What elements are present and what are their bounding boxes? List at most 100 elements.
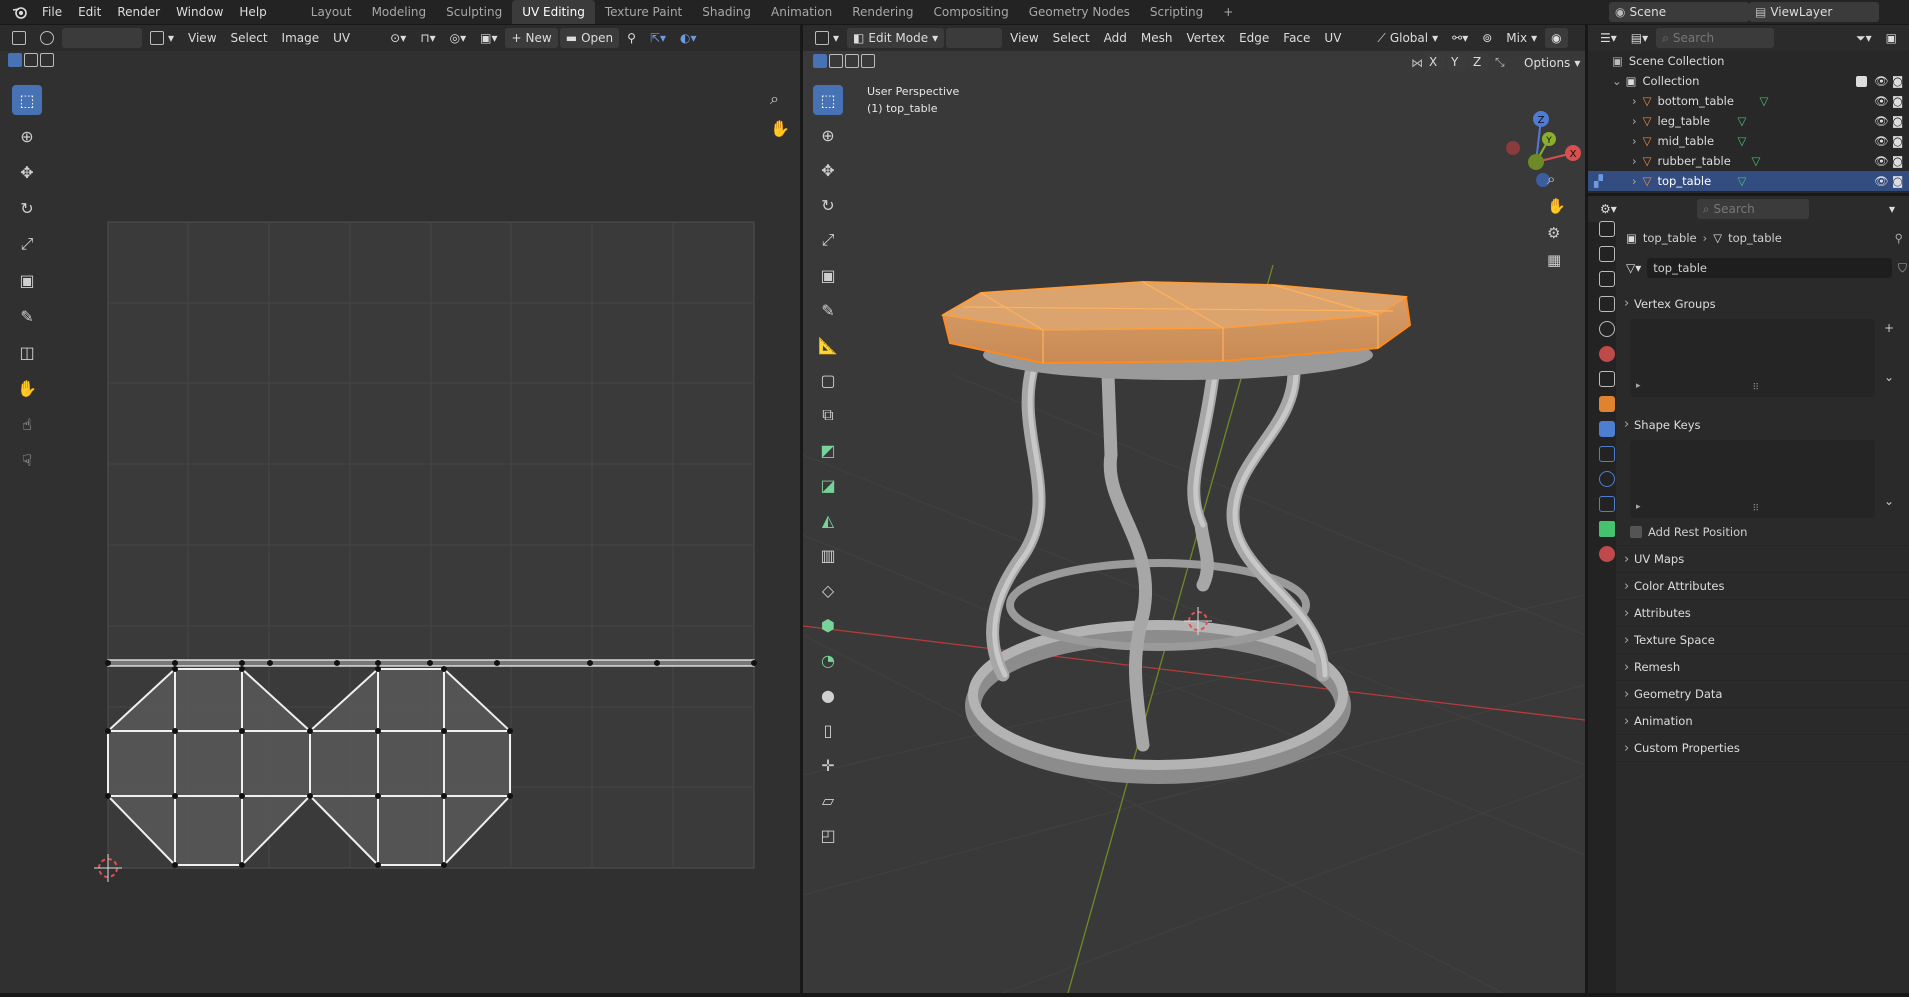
geometry-data-section[interactable]: Geometry Data	[1616, 681, 1909, 708]
tab-compositing[interactable]: Compositing	[923, 0, 1018, 24]
particles-tab-icon[interactable]	[1599, 446, 1615, 462]
loop-cut-icon[interactable]: ▥	[813, 540, 843, 570]
shape-keys-section[interactable]: Shape Keys	[1616, 411, 1909, 438]
uv-gizmo-icon[interactable]: ⇱▾	[644, 28, 672, 48]
mesh-select-mode[interactable]	[946, 28, 1003, 48]
grid-view-icon[interactable]: ▦	[1547, 251, 1566, 269]
shrink-fatten-icon[interactable]: ✛	[813, 750, 843, 780]
list-resize-icon[interactable]: ⠿	[1753, 383, 1760, 393]
tab-shading[interactable]: Shading	[692, 0, 761, 24]
add-rest-position-checkbox[interactable]	[1630, 525, 1642, 538]
add-primitive-icon[interactable]: ⧉	[813, 400, 843, 430]
transform-icon[interactable]: ▣	[813, 260, 843, 290]
smooth-icon[interactable]: ●	[813, 680, 843, 710]
edge-slide-icon[interactable]: ▯	[813, 715, 843, 745]
move-icon[interactable]: ✥	[813, 155, 843, 185]
render-icon[interactable]: ◙	[1892, 114, 1903, 128]
mirror-z-toggle[interactable]: Z	[1469, 54, 1489, 71]
collection-tab-icon[interactable]	[1599, 371, 1615, 387]
vp-select-invert-icon[interactable]	[861, 54, 875, 68]
scene-tab-icon[interactable]	[1599, 321, 1615, 337]
outliner-search[interactable]: ⌕ Search	[1656, 28, 1775, 48]
vertex-groups-list[interactable]: ▸ ⠿	[1630, 319, 1875, 397]
properties-search[interactable]: ⌕ Search	[1696, 199, 1809, 219]
snapping-icon[interactable]: ⊚	[1476, 28, 1498, 48]
render-tab-icon[interactable]	[1599, 246, 1615, 262]
uv-grab-icon[interactable]: ✋	[12, 373, 42, 403]
modifier-tab-icon[interactable]	[1599, 421, 1615, 437]
shape-key-menu-icon[interactable]: ⌄	[1884, 494, 1894, 508]
outliner-editor-icon[interactable]: ☰▾	[1594, 28, 1623, 48]
proportional-mix-selector[interactable]: Mix ▾	[1500, 28, 1543, 48]
expand-icon[interactable]: ›	[1632, 114, 1637, 128]
render-icon[interactable]: ◙	[1892, 134, 1903, 148]
collection-expand-icon[interactable]: ⌄	[1612, 74, 1622, 88]
properties-options-icon[interactable]: ▾	[1883, 199, 1903, 219]
snap-icon[interactable]: ⊓▾	[414, 28, 441, 48]
visibility-icon[interactable]: 👁	[1874, 174, 1889, 188]
extrude-icon[interactable]: ◩	[813, 435, 843, 465]
uv-select-box-icon[interactable]: ⬚	[12, 85, 42, 115]
viewport-menu-uv[interactable]: UV	[1318, 28, 1347, 48]
bevel-icon[interactable]: ◭	[813, 505, 843, 535]
knife-icon[interactable]: ◇	[813, 575, 843, 605]
view-layer-tab-icon[interactable]	[1599, 296, 1615, 312]
tab-layout[interactable]: Layout	[301, 0, 362, 24]
view-layer-selector[interactable]: ▤ ViewLayer	[1749, 2, 1879, 22]
constraints-tab-icon[interactable]	[1599, 496, 1615, 512]
collection-row[interactable]: ⌄ ▣ Collection 👁 ◙	[1588, 71, 1909, 91]
expand-icon[interactable]: ›	[1632, 174, 1637, 188]
pan-icon[interactable]: ✋	[1547, 197, 1566, 215]
tab-geometry-nodes[interactable]: Geometry Nodes	[1019, 0, 1140, 24]
vertex-groups-section[interactable]: Vertex Groups	[1616, 290, 1909, 317]
uv-menu-uv[interactable]: UV	[327, 28, 356, 48]
animation-section[interactable]: Animation	[1616, 708, 1909, 735]
outliner-item-mid-table[interactable]: › ▽ mid_table ▽ 👁 ◙	[1588, 131, 1909, 151]
visibility-icon[interactable]: 👁	[1874, 114, 1889, 128]
select-box-icon[interactable]: ⬚	[813, 85, 843, 115]
uv-scale-icon[interactable]: ⤢	[12, 229, 42, 259]
render-icon[interactable]: ◙	[1892, 94, 1903, 108]
outliner-item-leg-table[interactable]: › ▽ leg_table ▽ 👁 ◙	[1588, 111, 1909, 131]
inset-icon[interactable]: ◪	[813, 470, 843, 500]
viewport-menu-view[interactable]: View	[1004, 28, 1044, 48]
shear-icon[interactable]: ▱	[813, 785, 843, 815]
expand-icon[interactable]: ›	[1632, 134, 1637, 148]
sticky-select-icon[interactable]: ▾	[144, 28, 180, 48]
attributes-section[interactable]: Attributes	[1616, 600, 1909, 627]
fake-user-icon[interactable]: ⛉	[1898, 261, 1907, 276]
vp-select-subtract-icon[interactable]	[845, 54, 859, 68]
list-expand-icon[interactable]: ▸	[1636, 502, 1641, 512]
pin-icon[interactable]: ⚲	[621, 28, 642, 48]
menu-edit[interactable]: Edit	[70, 0, 109, 24]
render-icon[interactable]: ◙	[1892, 174, 1903, 188]
uv-rotate-icon[interactable]: ↻	[12, 193, 42, 223]
visibility-icon[interactable]: 👁	[1874, 134, 1889, 148]
viewport-menu-face[interactable]: Face	[1277, 28, 1316, 48]
open-image-button[interactable]: ▬ Open	[559, 28, 620, 48]
tool-tab-icon[interactable]	[1599, 221, 1615, 237]
mesh-name-field[interactable]: top_table	[1647, 258, 1892, 278]
tab-animation[interactable]: Animation	[761, 0, 842, 24]
scene-selector[interactable]: ◉ Scene	[1609, 2, 1749, 22]
annotate-icon[interactable]: ✎	[813, 295, 843, 325]
mirror-y-toggle[interactable]: Y	[1447, 54, 1467, 71]
pivot-point-icon[interactable]: ⚯▾	[1446, 28, 1474, 48]
scale-icon[interactable]: ⤢	[813, 225, 843, 255]
vp-select-extend-icon[interactable]	[829, 54, 843, 68]
sync-selection-icon[interactable]	[34, 28, 60, 48]
uv-rip-icon[interactable]: ◫	[12, 337, 42, 367]
filter-icon[interactable]: ⏷▾	[1850, 28, 1878, 48]
menu-render[interactable]: Render	[109, 0, 168, 24]
tab-modeling[interactable]: Modeling	[362, 0, 437, 24]
blender-logo-icon[interactable]	[6, 2, 34, 22]
mirror-x-toggle[interactable]: X	[1425, 54, 1445, 71]
add-workspace-button[interactable]: +	[1213, 0, 1243, 24]
outliner-item-bottom-table[interactable]: › ▽ bottom_table ▽ 👁 ◙	[1588, 91, 1909, 111]
menu-window[interactable]: Window	[168, 0, 231, 24]
tab-scripting[interactable]: Scripting	[1140, 0, 1213, 24]
orientation-selector[interactable]: ⟋ Global ▾	[1371, 28, 1444, 48]
tab-uv-editing[interactable]: UV Editing	[512, 0, 595, 24]
visibility-icon[interactable]: 👁	[1874, 94, 1889, 108]
mesh-browse-icon[interactable]: ▽▾	[1626, 261, 1641, 275]
